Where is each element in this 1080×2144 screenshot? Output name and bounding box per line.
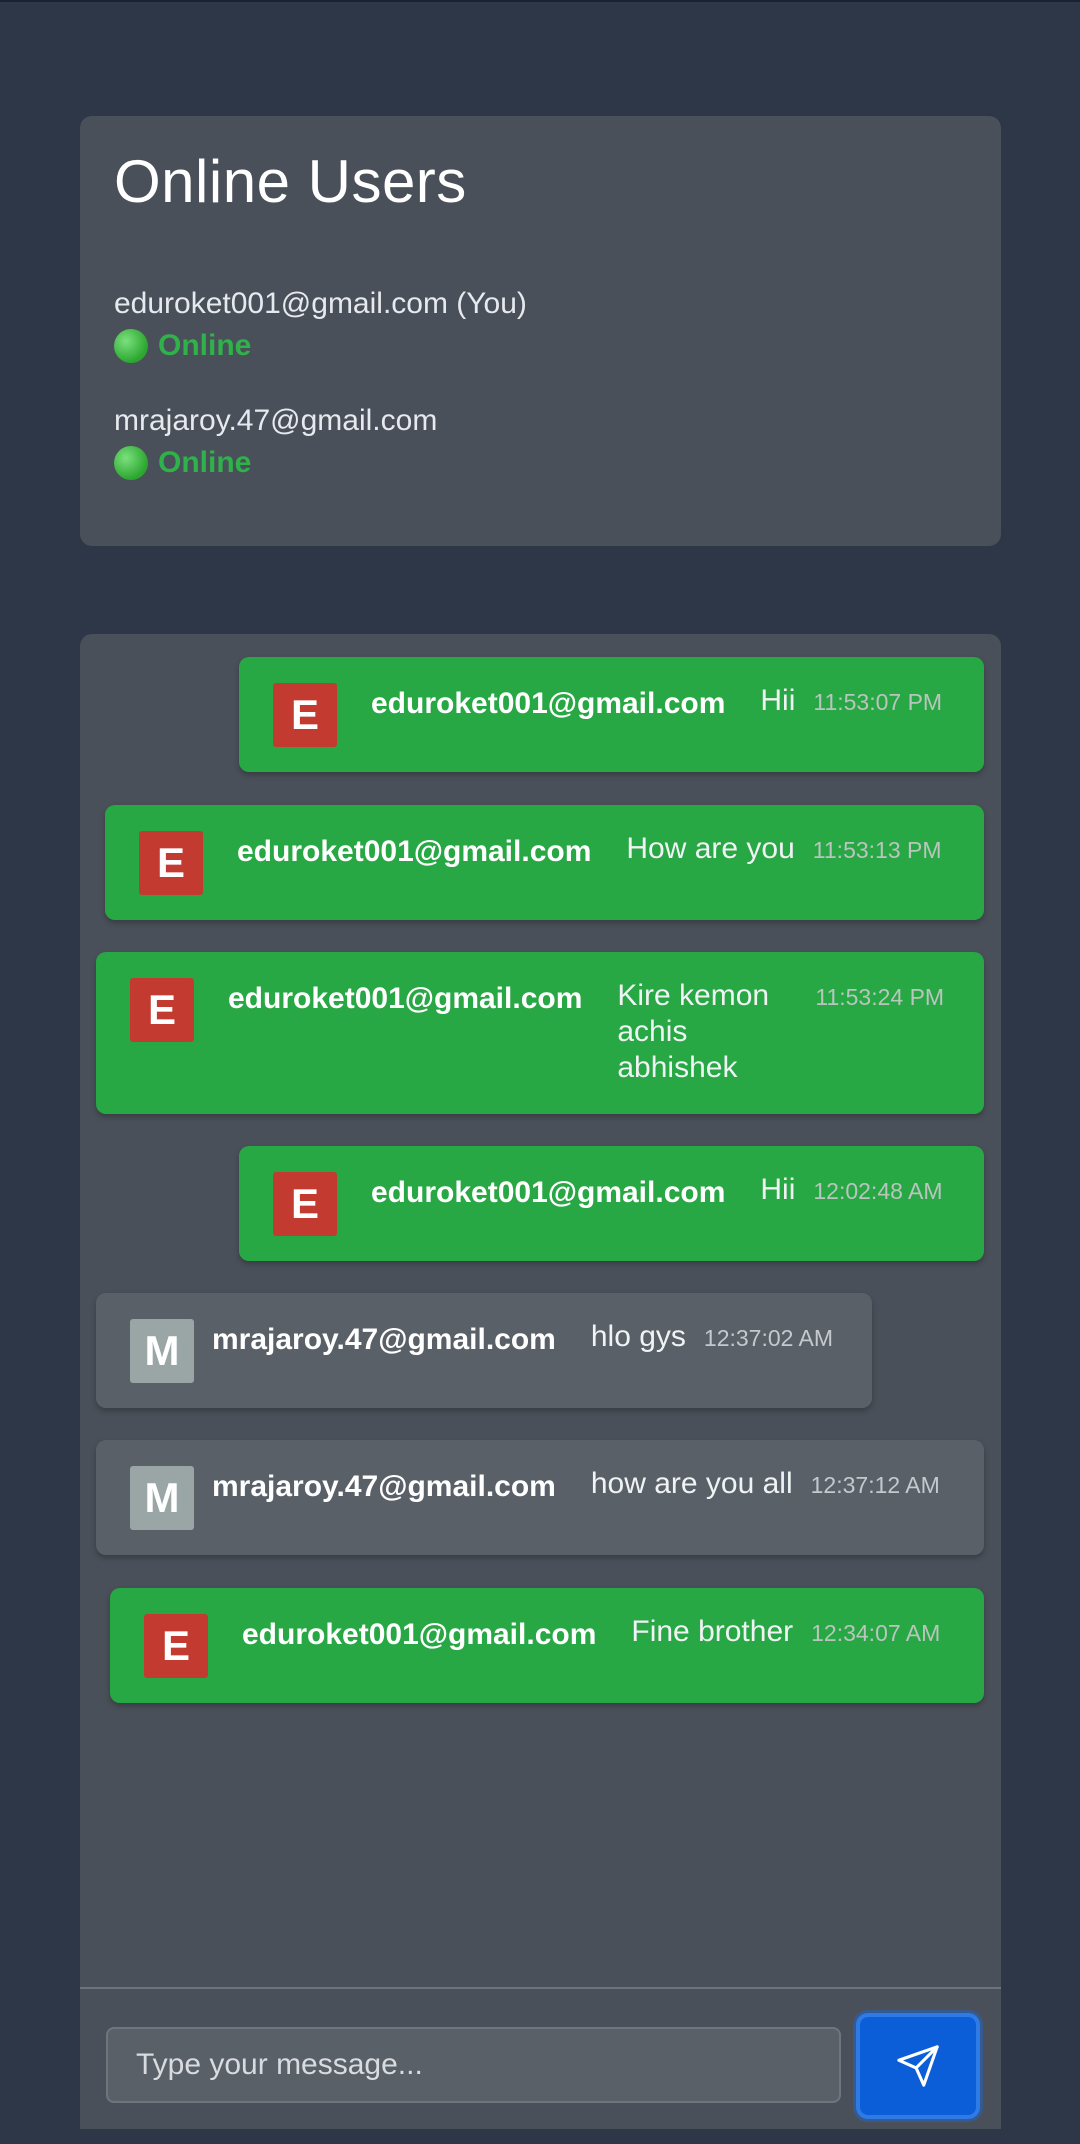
- status-label: Online: [158, 446, 252, 479]
- user-entry: mrajaroy.47@gmail.com Online: [114, 401, 967, 480]
- online-dot-icon: [114, 446, 148, 480]
- avatar: E: [144, 1614, 208, 1678]
- message-bubble: M mrajaroy.47@gmail.com how are you all …: [96, 1440, 984, 1555]
- message-input[interactable]: [106, 2027, 841, 2103]
- message-time: 12:37:12 AM: [810, 1472, 940, 1498]
- message-bubble: M mrajaroy.47@gmail.com hlo gys 12:37:02…: [96, 1293, 872, 1408]
- message-text: hlo gys: [590, 1320, 686, 1353]
- message-text: How are you: [626, 832, 795, 865]
- message-bubble: E eduroket001@gmail.com Kire kemon achis…: [96, 952, 984, 1114]
- user-entry: eduroket001@gmail.com (You) Online: [114, 284, 967, 363]
- message-sender: eduroket001@gmail.com: [242, 1618, 597, 1651]
- online-users-title: Online Users: [114, 148, 467, 215]
- send-button[interactable]: [856, 2013, 980, 2119]
- message-text: Kire kemon achis abhishek: [617, 979, 770, 1084]
- paper-plane-icon: [897, 2045, 939, 2087]
- avatar: E: [139, 831, 203, 895]
- message-sender: mrajaroy.47@gmail.com: [212, 1470, 556, 1503]
- user-email: eduroket001@gmail.com (You): [114, 287, 527, 320]
- message-time: 11:53:24 PM: [815, 984, 945, 1010]
- online-dot-icon: [114, 329, 148, 363]
- status-label: Online: [158, 329, 252, 362]
- message-sender: eduroket001@gmail.com: [237, 835, 592, 868]
- message-bubble: E eduroket001@gmail.com Fine brother 12:…: [110, 1588, 984, 1703]
- online-users-panel: Online Users eduroket001@gmail.com (You)…: [80, 116, 1001, 546]
- message-bubble: E eduroket001@gmail.com How are you 11:5…: [105, 805, 984, 920]
- user-status: Online: [114, 446, 967, 480]
- user-status: Online: [114, 329, 967, 363]
- message-text: Fine brother: [631, 1615, 794, 1648]
- message-bubble: E eduroket001@gmail.com Hii 12:02:48 AM: [239, 1146, 984, 1261]
- message-time: 12:34:07 AM: [811, 1620, 941, 1646]
- message-sender: eduroket001@gmail.com: [228, 982, 583, 1015]
- chat-panel[interactable]: E eduroket001@gmail.com Hii 11:53:07 PM …: [80, 634, 1001, 2129]
- avatar: E: [273, 683, 337, 747]
- message-time: 11:53:07 PM: [813, 689, 943, 715]
- avatar: E: [273, 1172, 337, 1236]
- avatar: E: [130, 978, 194, 1042]
- message-time: 12:02:48 AM: [813, 1178, 943, 1204]
- message-text: Hii: [760, 684, 796, 717]
- message-text: how are you all: [590, 1467, 793, 1500]
- message-sender: eduroket001@gmail.com: [371, 1176, 726, 1209]
- avatar: M: [130, 1466, 194, 1530]
- message-time: 12:37:02 AM: [703, 1325, 834, 1351]
- message-sender: eduroket001@gmail.com: [371, 687, 726, 720]
- composer-bar: [80, 1987, 1001, 2129]
- message-sender: mrajaroy.47@gmail.com: [212, 1323, 556, 1356]
- avatar: M: [130, 1319, 194, 1383]
- message-text: Hii: [760, 1173, 796, 1206]
- user-email: mrajaroy.47@gmail.com: [114, 404, 438, 437]
- message-time: 11:53:13 PM: [812, 837, 942, 863]
- message-bubble: E eduroket001@gmail.com Hii 11:53:07 PM: [239, 657, 984, 772]
